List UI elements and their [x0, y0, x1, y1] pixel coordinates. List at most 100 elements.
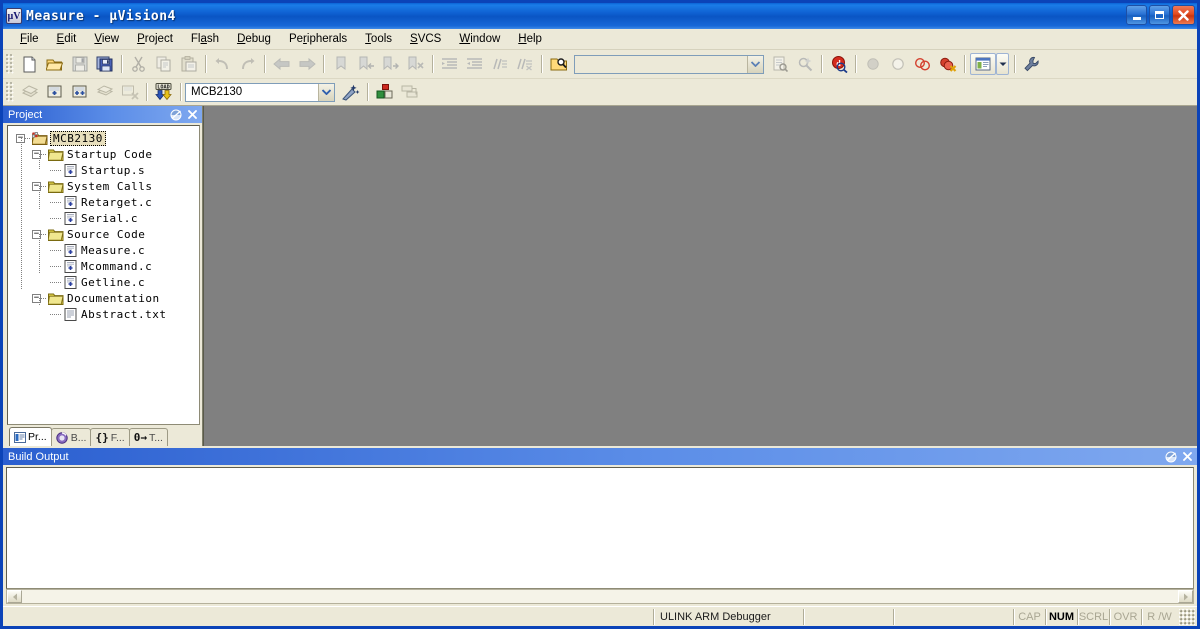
tree-expander[interactable]: − [32, 293, 41, 303]
build-output-text-area[interactable] [6, 467, 1194, 589]
download-to-flash-button[interactable]: LOAD [152, 81, 175, 103]
tree-node-group[interactable]: − System Calls [8, 170, 199, 194]
tree-node-file[interactable]: Mcommand.c [8, 250, 199, 274]
tree-node-file[interactable]: Measure.c [8, 234, 199, 258]
tab-functions[interactable]: {} F... [90, 428, 130, 446]
incremental-find-button[interactable] [793, 53, 816, 75]
target-options-button[interactable] [339, 81, 362, 103]
manage-components-button[interactable] [373, 81, 396, 103]
menu-svcs[interactable]: SVCS [401, 30, 450, 48]
menu-flash[interactable]: Flash [182, 30, 228, 48]
tree-node-group[interactable]: − Startup Code [8, 138, 199, 162]
outdent-button[interactable] [463, 53, 486, 75]
menu-edit[interactable]: Edit [48, 30, 86, 48]
disable-all-breakpoints-button[interactable] [911, 53, 934, 75]
navigate-forward-button[interactable] [295, 53, 318, 75]
search-combo[interactable] [574, 54, 764, 74]
menu-file[interactable]: File [11, 30, 48, 48]
redo-button[interactable] [236, 53, 259, 75]
chevron-down-icon[interactable] [747, 55, 763, 73]
tree-label-group[interactable]: System Calls [67, 180, 152, 193]
rebuild-all-button[interactable] [68, 81, 91, 103]
toolbar-grip[interactable] [6, 82, 14, 102]
window-layout-button[interactable] [970, 53, 996, 75]
project-close-button[interactable] [185, 108, 200, 122]
menu-debug[interactable]: Debug [228, 30, 280, 48]
menu-help[interactable]: Help [509, 30, 551, 48]
menu-tools[interactable]: Tools [356, 30, 401, 48]
build-target-button[interactable] [43, 81, 66, 103]
tree-label-group[interactable]: Documentation [67, 292, 160, 305]
project-roll-button[interactable] [169, 108, 184, 122]
paste-button[interactable] [177, 53, 200, 75]
bookmark-toggle-button[interactable] [329, 53, 352, 75]
menu-view[interactable]: View [85, 30, 128, 48]
build-output-roll-button[interactable] [1164, 450, 1179, 464]
navigate-back-button[interactable] [270, 53, 293, 75]
tab-templates[interactable]: 0→ T... [128, 428, 168, 446]
tree-node-file[interactable]: Startup.s [8, 154, 199, 178]
bookmark-clear-button[interactable] [404, 53, 427, 75]
scroll-track[interactable] [22, 590, 1178, 603]
find-in-files-button[interactable] [547, 53, 570, 75]
tree-label-file[interactable]: Measure.c [81, 244, 145, 257]
undo-button[interactable] [211, 53, 234, 75]
tree-node-root[interactable]: − [8, 130, 199, 146]
tree-label-root[interactable]: MCB2130 [50, 130, 106, 146]
indent-button[interactable] [438, 53, 461, 75]
insert-breakpoint-button[interactable] [861, 53, 884, 75]
save-all-button[interactable] [93, 53, 116, 75]
bookmark-next-button[interactable] [379, 53, 402, 75]
comment-button[interactable] [488, 53, 511, 75]
start-debug-button[interactable]: d [827, 53, 850, 75]
tree-label-file[interactable]: Mcommand.c [81, 260, 152, 273]
minimize-button[interactable] [1126, 5, 1147, 25]
menu-window[interactable]: Window [450, 30, 509, 48]
scroll-left-button[interactable] [7, 590, 22, 603]
tree-node-file[interactable]: Getline.c [8, 266, 199, 290]
tree-node-group[interactable]: − Documentation [8, 282, 199, 306]
multi-project-button[interactable] [398, 81, 421, 103]
tree-label-file[interactable]: Getline.c [81, 276, 145, 289]
tree-label-group[interactable]: Source Code [67, 228, 145, 241]
chevron-down-icon[interactable] [318, 83, 334, 101]
cut-button[interactable] [127, 53, 150, 75]
stop-build-button[interactable] [118, 81, 141, 103]
open-file-button[interactable] [43, 53, 66, 75]
tree-expander[interactable]: − [32, 181, 41, 191]
translate-button[interactable] [18, 81, 41, 103]
copy-button[interactable] [152, 53, 175, 75]
build-output-close-button[interactable] [1180, 450, 1195, 464]
uncomment-button[interactable] [513, 53, 536, 75]
tree-expander[interactable]: − [32, 229, 41, 239]
tree-label-file[interactable]: Retarget.c [81, 196, 152, 209]
build-output-hscrollbar[interactable] [6, 589, 1194, 604]
tree-node-file[interactable]: Serial.c [8, 202, 199, 226]
enable-breakpoint-button[interactable] [886, 53, 909, 75]
scroll-right-button[interactable] [1178, 590, 1193, 603]
tree-expander[interactable]: − [32, 149, 41, 159]
menu-peripherals[interactable]: Peripherals [280, 30, 356, 48]
editor-mdi-client[interactable] [203, 106, 1197, 446]
new-file-button[interactable] [18, 53, 41, 75]
maximize-button[interactable] [1149, 5, 1170, 25]
find-button[interactable] [768, 53, 791, 75]
tree-label-file[interactable]: Abstract.txt [81, 308, 166, 321]
tree-label-file[interactable]: Startup.s [81, 164, 145, 177]
tree-node-file[interactable]: Retarget.c [8, 186, 199, 210]
tab-books[interactable]: B... [50, 428, 92, 446]
tree-label-file[interactable]: Serial.c [81, 212, 138, 225]
project-tree-container[interactable]: − [7, 125, 200, 425]
kill-all-breakpoints-button[interactable] [936, 53, 959, 75]
bookmark-prev-button[interactable] [354, 53, 377, 75]
tab-project[interactable]: Pr... [9, 427, 52, 446]
save-button[interactable] [68, 53, 91, 75]
window-layout-dropdown[interactable] [996, 53, 1009, 75]
tree-node-group[interactable]: − Source Code [8, 218, 199, 242]
toolbar-grip[interactable] [6, 54, 14, 74]
target-select-value[interactable]: MCB2130 [186, 83, 318, 101]
target-select-combo[interactable]: MCB2130 [185, 82, 335, 102]
resize-grip[interactable] [1179, 608, 1195, 625]
configuration-button[interactable] [1020, 53, 1043, 75]
batch-build-button[interactable] [93, 81, 116, 103]
